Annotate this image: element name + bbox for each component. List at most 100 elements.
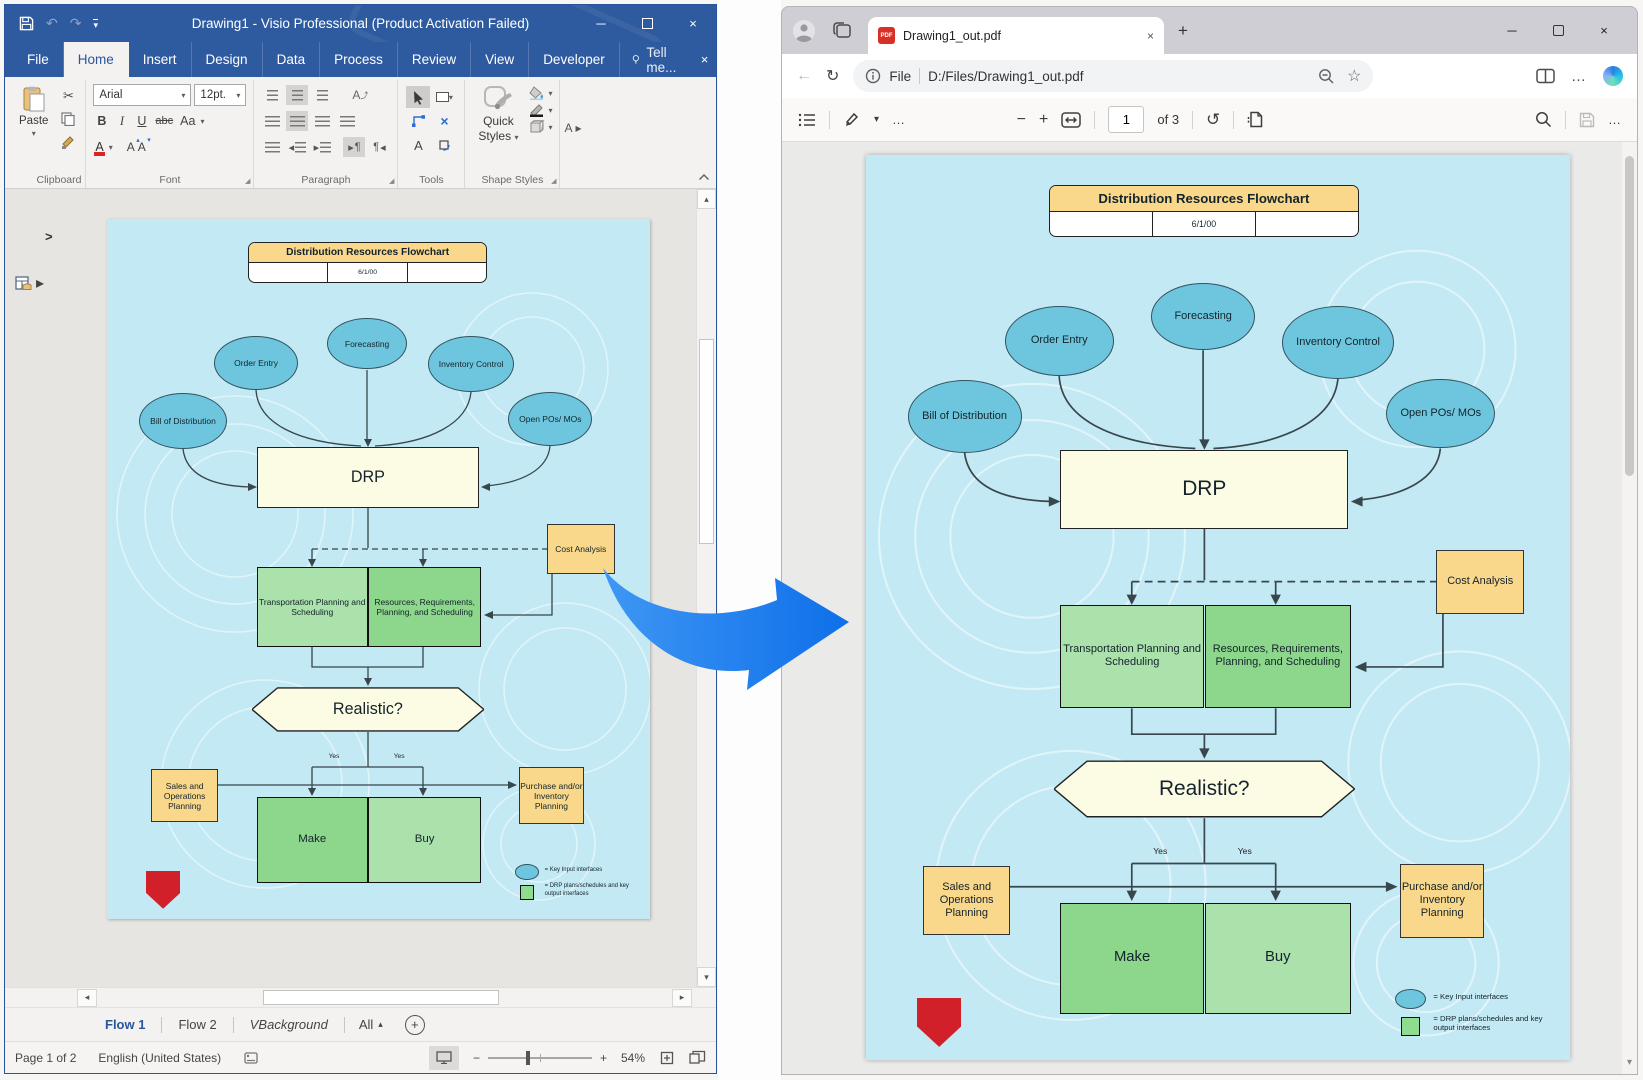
tab-file[interactable]: File [13,42,64,77]
change-case-dropdown-icon[interactable]: ▾ [200,117,204,126]
cut-icon[interactable]: ✂ [58,87,78,105]
fit-page-icon[interactable] [659,1050,675,1066]
ltr-direction-button[interactable]: ▸¶ [343,137,365,157]
grow-font-button[interactable]: A▴ [127,140,135,154]
align-left-button[interactable] [261,111,283,131]
url-text[interactable]: D:/Files/Drawing1_out.pdf [928,69,1083,84]
node-bill-of-distribution[interactable]: Bill of Distribution [908,380,1022,452]
close-tab-icon[interactable]: × [1147,29,1154,43]
switch-windows-icon[interactable] [689,1050,706,1065]
node-realistic-decision[interactable]: Realistic? [252,687,484,732]
minimize-button[interactable]: ─ [578,5,624,42]
tab-design[interactable]: Design [192,42,263,77]
highlighter-dropdown-icon[interactable]: ▾ [874,114,879,125]
zoom-percentage[interactable]: 54% [621,1051,645,1065]
line-button[interactable]: ▾ [529,103,552,117]
zoom-out-icon[interactable]: − [473,1051,480,1065]
collapse-ribbon-icon[interactable] [698,170,710,184]
node-cost-analysis[interactable]: Cost Analysis [1436,550,1524,614]
align-bottom-button[interactable] [311,85,333,105]
paste-button[interactable]: Paste ▾ [14,83,53,171]
red-pentagon-marker[interactable] [146,871,180,909]
strikethrough-button[interactable]: abc [153,112,175,131]
italic-button[interactable]: I [113,112,130,131]
node-drp[interactable]: DRP [1060,450,1348,529]
horizontal-scrollbar[interactable]: ◂ ▸ [5,987,716,1007]
node-open-pos-mos[interactable]: Open POs/ MOs [508,392,592,446]
all-pages-dropdown[interactable]: All▴ [347,1017,395,1032]
red-pentagon-marker[interactable] [917,998,961,1047]
search-icon[interactable] [1535,111,1552,128]
node-sales-operations-planning[interactable]: Sales and Operations Planning [923,866,1010,935]
tab-process[interactable]: Process [320,42,398,77]
node-forecasting[interactable]: Forecasting [1151,283,1255,350]
pdf-scroll-thumb[interactable] [1625,156,1634,476]
font-name-combo[interactable]: Arial▾ [93,84,191,106]
page-number-input[interactable] [1108,106,1144,133]
status-language[interactable]: English (United States) [98,1051,221,1065]
font-color-button[interactable]: A [93,140,105,154]
fill-button[interactable]: ▾ [529,86,552,100]
align-top-button[interactable] [261,85,283,105]
page-view-icon[interactable] [1247,111,1264,128]
bold-button[interactable]: B [93,112,110,131]
copy-icon[interactable] [58,110,78,128]
close-button[interactable]: × [670,5,716,42]
node-transportation-planning[interactable]: Transportation Planning and Scheduling [257,567,368,647]
font-color-dropdown-icon[interactable]: ▾ [109,143,113,152]
shrink-font-button[interactable]: A▾ [138,140,146,154]
effects-button[interactable]: ▾ [529,120,552,134]
node-resources-requirements[interactable]: Resources, Requirements, Planning, and S… [368,567,481,647]
node-inventory-control[interactable]: Inventory Control [1282,306,1394,378]
node-purchase-inventory-planning[interactable]: Purchase and/or Inventory Planning [1400,864,1484,938]
browser-maximize-button[interactable] [1535,14,1581,48]
node-open-pos-mos[interactable]: Open POs/ MOs [1386,379,1495,449]
font-size-combo[interactable]: 12pt.▾ [194,84,246,106]
quick-styles-button[interactable]: Quick Styles ▾ [472,83,524,171]
pdf-more-options-icon[interactable]: … [1608,112,1621,127]
decrease-indent-button[interactable]: ◂ [286,137,308,157]
tab-data[interactable]: Data [263,42,321,77]
horizontal-scroll-thumb[interactable] [263,990,499,1005]
save-icon[interactable] [19,16,34,31]
tab-developer[interactable]: Developer [529,42,620,77]
stencil-panel-icon[interactable]: ▸ [15,273,44,293]
address-bar[interactable]: File D:/Files/Drawing1_out.pdf ☆ [853,60,1373,92]
node-drp[interactable]: DRP [257,447,479,508]
insert-page-button[interactable]: + [405,1015,425,1035]
close-document-icon[interactable]: × [693,42,716,77]
pointer-tool-button[interactable] [406,86,430,108]
profile-avatar-icon[interactable] [792,19,816,43]
page-tab-flow2[interactable]: Flow 2 [164,1017,230,1032]
tab-review[interactable]: Review [398,42,471,77]
table-of-contents-icon[interactable] [798,112,816,128]
node-purchase-inventory-planning[interactable]: Purchase and/or Inventory Planning [519,767,584,824]
tab-view[interactable]: View [471,42,529,77]
node-realistic-decision[interactable]: Realistic? [1054,760,1355,818]
browser-settings-icon[interactable]: … [1571,68,1587,85]
toolbar-more-icon[interactable]: … [892,112,905,127]
text-tool-button[interactable]: A [406,134,430,156]
pdf-page[interactable]: Distribution Resources Flowchart 6/1/00 … [866,155,1570,1060]
pdf-scrollbar[interactable]: ▾ [1622,142,1637,1074]
macro-status-icon[interactable] [243,1051,259,1065]
fit-to-width-icon[interactable] [1061,112,1081,128]
refresh-icon[interactable]: ↻ [826,66,839,86]
node-bill-of-distribution[interactable]: Bill of Distribution [139,393,227,449]
scroll-left-icon[interactable]: ◂ [77,989,97,1007]
split-screen-icon[interactable] [1536,68,1555,84]
page-tab-flow1[interactable]: Flow 1 [91,1017,159,1032]
node-buy[interactable]: Buy [368,797,481,883]
justify-button[interactable] [336,111,358,131]
tab-home[interactable]: Home [64,42,129,77]
scroll-up-icon[interactable]: ▴ [697,189,716,209]
maximize-button[interactable] [624,5,670,42]
tab-insert[interactable]: Insert [129,42,192,77]
pdf-zoom-in-icon[interactable]: + [1039,111,1048,129]
crop-rotate-tool-button[interactable] [432,134,456,156]
text-rotate-button[interactable]: A⤴ [349,85,371,105]
node-cost-analysis[interactable]: Cost Analysis [547,524,615,574]
zoom-indicator-icon[interactable] [1318,68,1335,85]
back-icon[interactable]: ← [796,67,812,85]
expand-shapes-panel-icon[interactable]: > [45,229,53,244]
